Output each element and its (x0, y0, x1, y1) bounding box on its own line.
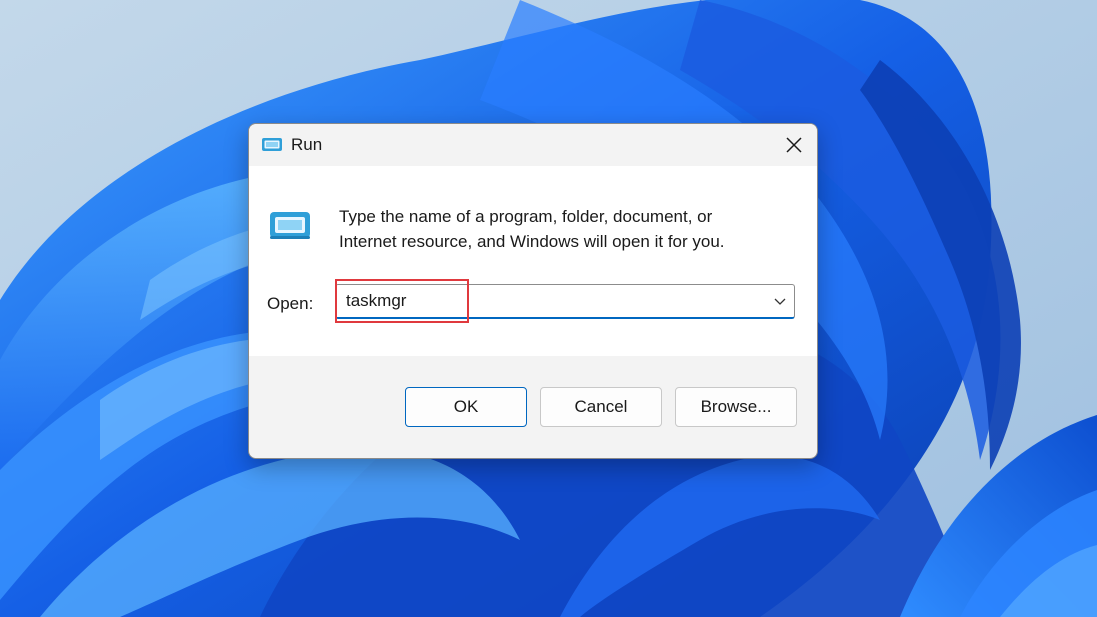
dialog-title: Run (291, 135, 323, 154)
description-line-1: Type the name of a program, folder, docu… (339, 207, 713, 226)
cancel-button[interactable]: Cancel (540, 387, 662, 427)
dialog-content: Type the name of a program, folder, docu… (249, 166, 817, 356)
open-label: Open: (267, 294, 314, 313)
run-dialog: Run Type the name of a program, folder, … (248, 123, 818, 459)
desktop: Run Type the name of a program, folder, … (0, 0, 1097, 617)
open-input[interactable] (336, 285, 776, 317)
dialog-description: Type the name of a program, folder, docu… (339, 204, 789, 254)
chevron-down-icon[interactable] (772, 294, 788, 308)
open-combobox[interactable] (335, 284, 795, 319)
title-bar: Run (249, 124, 817, 166)
run-icon (262, 138, 282, 151)
ok-button[interactable]: OK (405, 387, 527, 427)
description-line-2: Internet resource, and Windows will open… (339, 232, 725, 251)
run-icon (270, 212, 310, 239)
close-icon (786, 137, 802, 153)
close-button[interactable] (779, 130, 809, 160)
browse-button[interactable]: Browse... (675, 387, 797, 427)
